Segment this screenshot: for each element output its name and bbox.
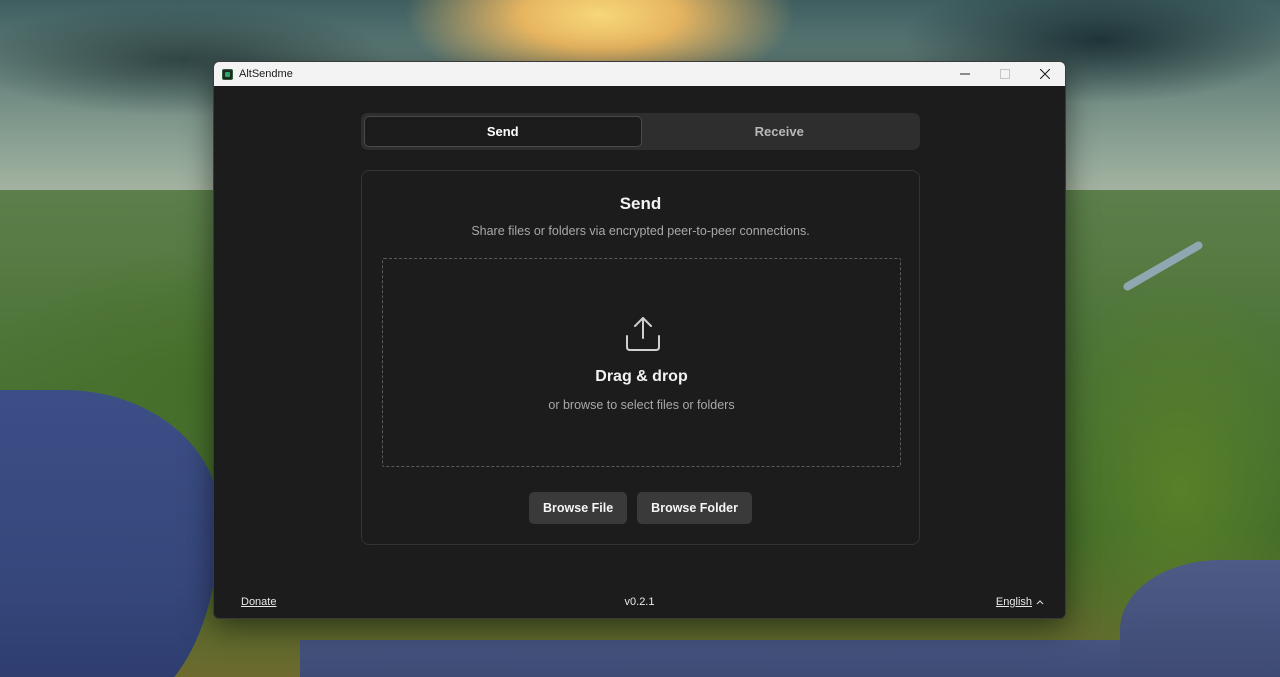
title-bar[interactable]: AltSendme — [214, 62, 1065, 86]
window-controls — [945, 62, 1065, 86]
language-label: English — [995, 596, 1032, 608]
close-button[interactable] — [1025, 62, 1065, 86]
app-logo-icon — [222, 68, 233, 80]
card-subtitle: Share files or folders via encrypted pee… — [471, 224, 810, 238]
chevron-up-icon — [1036, 600, 1044, 605]
version-label: v0.2.1 — [624, 596, 655, 608]
close-icon — [1040, 69, 1050, 79]
mode-tabs: Send Receive — [361, 113, 920, 150]
card-title: Send — [619, 194, 662, 213]
dropzone-subtitle: or browse to select files or folders — [548, 398, 735, 412]
file-dropzone[interactable]: Drag & drop or browse to select files or… — [382, 258, 901, 467]
browse-file-button[interactable]: Browse File — [529, 492, 628, 524]
app-window: AltSendme Send Receive Send Share files … — [213, 61, 1066, 619]
app-content: Send Receive Send Share files or folders… — [214, 86, 1065, 618]
upload-icon — [626, 317, 660, 351]
language-selector[interactable]: English — [996, 596, 1044, 608]
minimize-icon — [960, 73, 970, 75]
window-title: AltSendme — [239, 68, 293, 80]
browse-folder-button[interactable]: Browse Folder — [637, 492, 752, 524]
dropzone-title: Drag & drop — [595, 368, 688, 385]
send-card: Send Share files or folders via encrypte… — [361, 170, 920, 545]
maximize-icon — [1000, 69, 1010, 79]
minimize-button[interactable] — [945, 62, 985, 86]
tab-send[interactable]: Send — [364, 116, 642, 147]
maximize-button[interactable] — [985, 62, 1025, 86]
browse-buttons: Browse File Browse Folder — [362, 492, 919, 524]
tab-receive[interactable]: Receive — [642, 116, 918, 147]
